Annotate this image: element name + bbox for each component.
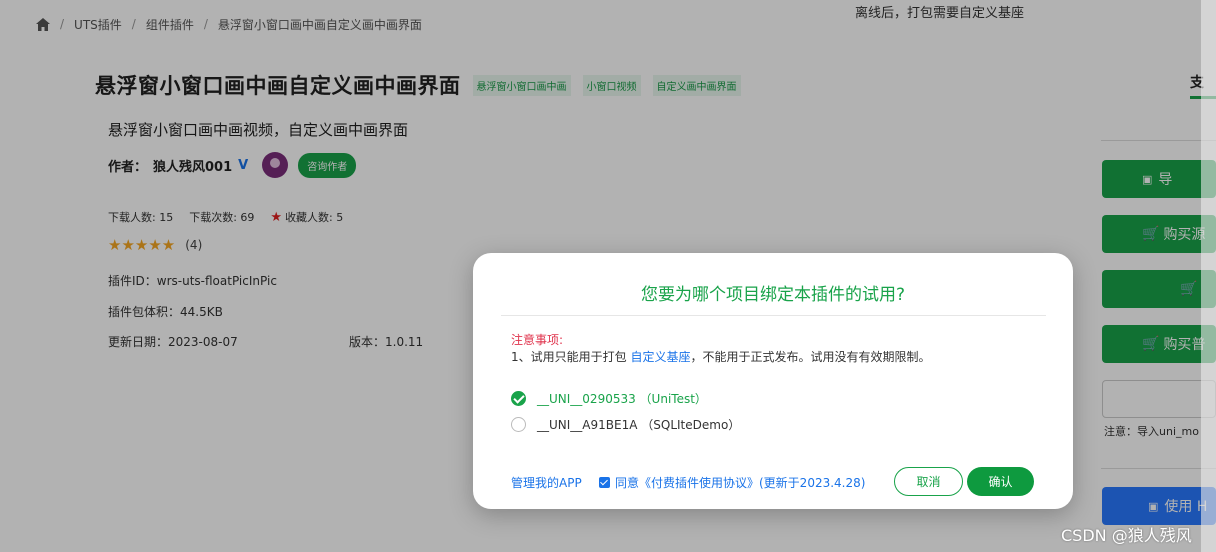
- watermark: CSDN @狼人残风: [1061, 526, 1192, 545]
- agree-terms[interactable]: 同意《付费插件使用协议》(更新于2023.4.28): [599, 474, 865, 491]
- dialog-divider: [501, 315, 1046, 316]
- custom-base-link[interactable]: 自定义基座: [630, 350, 690, 364]
- project-option-sqlitedemo[interactable]: __UNI__A91BE1A （SQLIteDemo）: [511, 416, 740, 433]
- agree-checkbox[interactable]: [599, 477, 610, 488]
- project-option-unitest[interactable]: __UNI__0290533 （UniTest）: [511, 390, 707, 407]
- cancel-button[interactable]: 取消: [894, 467, 963, 496]
- notice-heading: 注意事项:: [511, 333, 564, 347]
- notice-text: ，不能用于正式发布。试用没有有效期限制。: [690, 350, 931, 364]
- radio-unchecked-icon[interactable]: [511, 417, 526, 432]
- project-option-label: __UNI__0290533 （UniTest）: [537, 392, 707, 406]
- dialog-title: 您要为哪个项目绑定本插件的试用?: [640, 285, 906, 305]
- notice-body: 1、试用只能用于打包 自定义基座，不能用于正式发布。试用没有有效期限制。: [511, 348, 930, 365]
- confirm-button[interactable]: 确认: [967, 467, 1034, 496]
- manage-my-app-link[interactable]: 管理我的APP: [511, 474, 582, 491]
- page-scrollbar[interactable]: [1201, 0, 1216, 552]
- radio-checked-icon[interactable]: [511, 391, 526, 406]
- bind-project-dialog: 您要为哪个项目绑定本插件的试用? 注意事项: 1、试用只能用于打包 自定义基座，…: [473, 253, 1073, 509]
- notice-text: 1、试用只能用于打包: [511, 350, 631, 364]
- agree-terms-label[interactable]: 同意《付费插件使用协议》(更新于2023.4.28): [615, 474, 865, 491]
- project-option-label: __UNI__A91BE1A （SQLIteDemo）: [537, 418, 741, 432]
